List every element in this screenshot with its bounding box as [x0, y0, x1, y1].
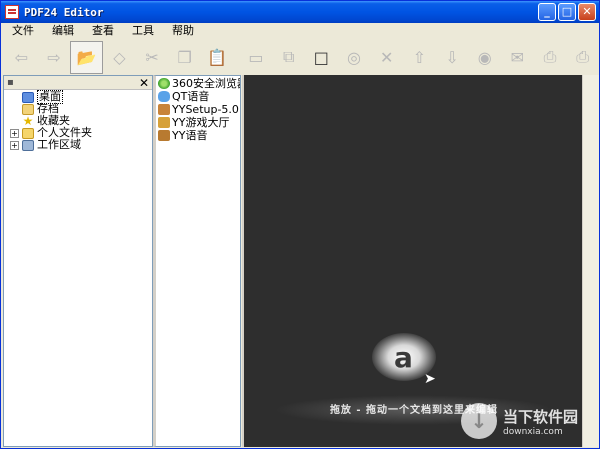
installer-icon [158, 103, 170, 115]
title-bar[interactable]: PDF24 Editor _ □ ✕ [1, 1, 599, 23]
move-up-button[interactable]: ⇧ [403, 41, 436, 74]
pane-header: ▪ ✕ [4, 76, 152, 90]
watermark: ↓ 当下软件园 downxia.com [461, 401, 591, 441]
window-title: PDF24 Editor [24, 5, 104, 19]
file-list-pane: 360安全浏览器 QT语音 YYSetup-5.0.0.1: YY游戏大厅 YY… [153, 75, 241, 447]
folder-tree-icon: ▪ [7, 77, 14, 88]
maximize-button[interactable]: □ [558, 3, 576, 21]
merge-button[interactable]: ◎ [338, 41, 371, 74]
tree-expander[interactable]: + [10, 140, 19, 150]
folder-tree-pane: ▪ ✕ 桌面 存档 ★ 收藏夹 + 个人文件夹 + 工作区域 [3, 75, 153, 447]
back-button[interactable]: ⇦ [5, 41, 38, 74]
vertical-scrollbar[interactable] [582, 75, 599, 447]
move-up-icon: ⇧ [412, 47, 427, 67]
watermark-subtitle: downxia.com [503, 426, 563, 437]
folder-icon [22, 127, 34, 139]
download-arrow-icon: ↓ [461, 403, 497, 439]
delete-icon: ✕ [379, 47, 394, 67]
copy-button[interactable]: ❐ [168, 41, 201, 74]
forward-arrow-icon: ⇨ [47, 47, 61, 67]
pane-close-button[interactable]: ✕ [139, 77, 149, 89]
fax-icon: ⎙ [576, 47, 590, 66]
paste-icon: 📋 [207, 47, 228, 67]
mouse-cursor-icon: ➤ [424, 371, 436, 387]
tree-expander [10, 93, 19, 102]
fax-button[interactable]: ⎙ [566, 41, 599, 74]
menu-tools[interactable]: 工具 [123, 24, 163, 38]
bookmark-icon: ◇ [113, 47, 126, 67]
cut-icon: ✂ [145, 47, 159, 67]
computer-icon [22, 139, 34, 151]
copy-icon: ❐ [177, 47, 192, 67]
view-icon: ◉ [477, 47, 492, 67]
menu-edit[interactable]: 编辑 [43, 24, 83, 38]
menu-view[interactable]: 查看 [83, 24, 123, 38]
view-button[interactable]: ◉ [468, 41, 501, 74]
delete-button[interactable]: ✕ [370, 41, 403, 74]
tree-expander [10, 117, 19, 126]
email-button[interactable]: ✉ [501, 41, 534, 74]
save-button[interactable]: ▭ [240, 41, 273, 74]
tree-label: 工作区域 [37, 138, 81, 151]
bookmark-button[interactable]: ◇ [103, 41, 136, 74]
print-button[interactable]: ⎙ [534, 41, 567, 74]
tree-item-workspace[interactable]: + 工作区域 [4, 139, 152, 151]
watermark-text: 当下软件园 downxia.com [503, 406, 578, 437]
minimize-button[interactable]: _ [538, 3, 556, 21]
cut-button[interactable]: ✂ [136, 41, 169, 74]
game-hall-icon [158, 116, 170, 128]
menu-bar: 文件 编辑 查看 工具 帮助 [1, 23, 599, 38]
toolbar: ⇦ ⇨ 📂 ◇ ✂ ❐ 📋 ▭ ⧉ □ ◎ ✕ ⇧ ⇩ ◉ ✉ ⎙ ⎙ [1, 39, 599, 75]
tree-item-desktop[interactable]: 桌面 [4, 90, 152, 104]
email-icon: ✉ [510, 47, 525, 67]
menu-help[interactable]: 帮助 [163, 24, 203, 38]
tree-expander[interactable]: + [10, 128, 19, 138]
move-down-button[interactable]: ⇩ [436, 41, 469, 74]
logo-glyph: a [394, 341, 413, 374]
select-icon: □ [313, 47, 329, 67]
save-as-button[interactable]: ⧉ [272, 41, 305, 74]
yy-voice-icon [158, 129, 170, 141]
browser-icon [158, 77, 170, 89]
title-buttons: _ □ ✕ [538, 3, 596, 21]
menu-file[interactable]: 文件 [1, 24, 43, 38]
file-label: YY语音 [172, 129, 208, 142]
star-icon: ★ [22, 113, 34, 128]
archive-icon [22, 103, 34, 115]
file-item[interactable]: QT语音 [156, 90, 240, 103]
merge-icon: ◎ [347, 47, 361, 67]
app-icon [5, 5, 19, 19]
move-down-icon: ⇩ [445, 47, 459, 67]
document-drop-area[interactable]: a ➤ 拖放 - 拖动一个文档到这里来编辑 [242, 75, 582, 447]
qt-voice-icon [158, 90, 170, 102]
back-arrow-icon: ⇦ [14, 47, 29, 67]
pdf24-editor-window: PDF24 Editor _ □ ✕ 文件 编辑 查看 工具 帮助 ⇦ ⇨ 📂 … [0, 0, 600, 449]
print-icon: ⎙ [543, 47, 557, 66]
select-button[interactable]: □ [305, 41, 338, 74]
open-button[interactable]: 📂 [70, 40, 104, 74]
forward-button[interactable]: ⇨ [38, 41, 71, 74]
save-as-icon: ⧉ [282, 47, 295, 66]
save-icon: ▭ [248, 47, 264, 67]
open-folder-icon: 📂 [76, 47, 97, 67]
tree-expander [10, 105, 19, 114]
folder-tree: 桌面 存档 ★ 收藏夹 + 个人文件夹 + 工作区域 [4, 90, 152, 151]
close-button[interactable]: ✕ [578, 3, 596, 21]
desktop-icon [22, 91, 34, 103]
file-item[interactable]: YY语音 [156, 129, 240, 142]
paste-button[interactable]: 📋 [201, 41, 234, 74]
watermark-title: 当下软件园 [503, 407, 579, 426]
